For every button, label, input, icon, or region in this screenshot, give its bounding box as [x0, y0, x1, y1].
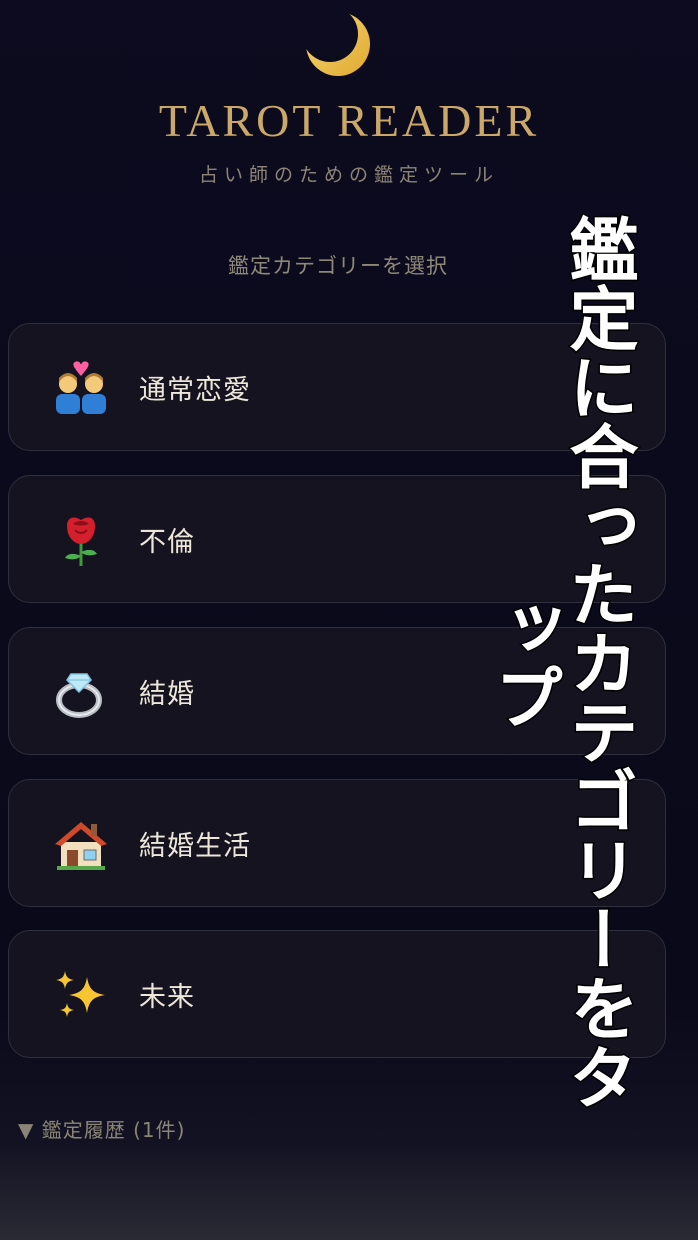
category-label: 未来 — [139, 982, 195, 1013]
category-label: 通常恋愛 — [139, 375, 251, 406]
category-label: 不倫 — [139, 527, 195, 558]
app-title: TAROT READER — [158, 95, 540, 146]
instruction-overlay-text: 鑑定に合ったカテゴリーをタップ — [481, 212, 638, 1112]
rose-icon — [65, 517, 97, 566]
history-toggle[interactable]: ▼ 鑑定履歴 (1件) — [18, 1114, 185, 1143]
category-label: 結婚 — [139, 679, 195, 710]
ring-icon — [56, 673, 102, 718]
house-icon — [55, 822, 107, 870]
sparkles-icon — [56, 971, 105, 1017]
category-label: 結婚生活 — [139, 831, 251, 862]
app-subtitle: 占い師のための鑑定ツール — [198, 164, 499, 186]
crescent-moon-icon — [306, 12, 370, 76]
app-screen: TAROT READER 占い師のための鑑定ツール 鑑定カテゴリーを選択 通常恋… — [0, 0, 698, 1240]
couple-heart-icon — [56, 361, 106, 414]
